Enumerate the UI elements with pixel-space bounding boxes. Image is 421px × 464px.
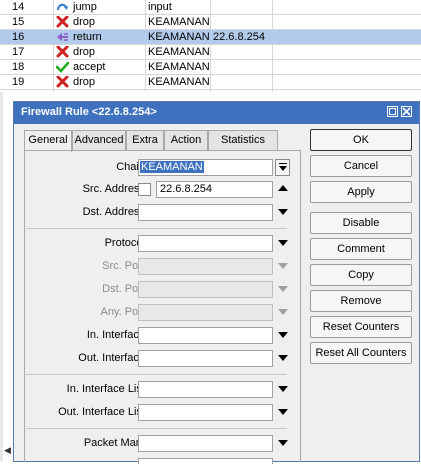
comment-button[interactable]: Comment: [310, 238, 412, 260]
expand-down-icon: [278, 309, 288, 315]
out-interface-input[interactable]: [138, 350, 273, 367]
drop-icon: [56, 15, 69, 28]
connection-mark-input[interactable]: [138, 458, 273, 464]
dst-address-input[interactable]: [138, 204, 273, 221]
table-row-selected[interactable]: 16 return KEAMANAN 22.6.8.254: [0, 30, 421, 45]
src-address-row: Src. Address: 22.6.8.254: [14, 181, 301, 198]
firewall-rule-window: Firewall Rule <22.6.8.254> General Advan…: [13, 101, 420, 464]
expand-down-icon: [278, 286, 288, 292]
rule-number: 19: [12, 76, 25, 88]
in-interface-list-label: In. Interface List:: [66, 383, 148, 395]
src-port-row: Src. Port:: [14, 258, 301, 275]
chain-dropdown-button[interactable]: [275, 159, 290, 176]
window-title: Firewall Rule <22.6.8.254>: [21, 106, 157, 118]
tab-extra[interactable]: Extra: [126, 130, 164, 151]
rule-number: 16: [12, 31, 25, 43]
any-port-row: Any. Port:: [14, 304, 301, 321]
rule-chain: KEAMANAN: [148, 31, 210, 43]
in-interface-list-row: In. Interface List:: [14, 381, 301, 398]
expand-down-icon[interactable]: [278, 409, 288, 415]
cancel-button[interactable]: Cancel: [310, 155, 412, 177]
divider: [24, 428, 287, 429]
expand-down-icon: [278, 263, 288, 269]
collapse-up-icon[interactable]: [278, 185, 288, 191]
rule-action: accept: [73, 61, 106, 73]
copy-button[interactable]: Copy: [310, 264, 412, 286]
in-interface-input[interactable]: [138, 327, 273, 344]
rule-action: return: [73, 31, 102, 43]
reset-all-counters-button[interactable]: Reset All Counters: [310, 342, 412, 364]
src-port-input: [138, 258, 273, 275]
table-row[interactable]: 19 drop KEAMANAN: [0, 75, 421, 90]
chain-input[interactable]: KEAMANAN: [138, 159, 273, 176]
out-interface-list-row: Out. Interface List:: [14, 404, 301, 421]
horizontal-scrollbar-track[interactable]: [0, 92, 3, 462]
chain-value: KEAMANAN: [140, 161, 204, 173]
remove-button[interactable]: Remove: [310, 290, 412, 312]
tab-statistics[interactable]: Statistics: [208, 130, 278, 151]
table-row[interactable]: 14 jump input: [0, 0, 421, 15]
rule-number: 17: [12, 46, 25, 58]
table-row[interactable]: 18 accept KEAMANAN: [0, 60, 421, 75]
rule-chain: KEAMANAN: [148, 16, 210, 28]
src-address-input[interactable]: 22.6.8.254: [156, 181, 273, 198]
maximize-icon[interactable]: [387, 106, 398, 117]
window-titlebar[interactable]: Firewall Rule <22.6.8.254>: [14, 102, 419, 124]
dst-address-row: Dst. Address:: [14, 204, 301, 221]
drop-icon: [56, 45, 69, 58]
disable-button[interactable]: Disable: [310, 212, 412, 234]
table-row[interactable]: 17 drop KEAMANAN: [0, 45, 421, 60]
out-interface-row: Out. Interface:: [14, 350, 301, 367]
dst-port-row: Dst. Port:: [14, 281, 301, 298]
rule-dst-address: 22.6.8.254: [213, 31, 265, 43]
dst-port-input: [138, 281, 273, 298]
ok-button[interactable]: OK: [310, 129, 412, 151]
apply-button[interactable]: Apply: [310, 181, 412, 203]
expand-down-icon[interactable]: [278, 386, 288, 392]
in-interface-row: In. Interface:: [14, 327, 301, 344]
rule-action: drop: [73, 76, 96, 88]
divider: [24, 228, 287, 229]
expand-down-icon[interactable]: [278, 240, 288, 246]
jump-icon: [56, 1, 69, 13]
rule-action: drop: [73, 16, 96, 28]
return-icon: [56, 31, 69, 43]
src-address-value: 22.6.8.254: [160, 183, 212, 195]
protocol-row: Protocol:: [14, 235, 301, 252]
tab-advanced[interactable]: Advanced: [72, 130, 126, 151]
out-interface-list-label: Out. Interface List:: [58, 406, 148, 418]
rule-number: 18: [12, 61, 25, 73]
expand-down-icon[interactable]: [278, 355, 288, 361]
src-address-invert-checkbox[interactable]: [138, 183, 151, 196]
rule-number: 14: [12, 1, 25, 13]
expand-down-icon[interactable]: [278, 332, 288, 338]
out-interface-list-input[interactable]: [138, 404, 273, 421]
in-interface-list-input[interactable]: [138, 381, 273, 398]
reset-counters-button[interactable]: Reset Counters: [310, 316, 412, 338]
packet-mark-row: Packet Mark:: [14, 435, 301, 452]
rule-chain: KEAMANAN: [148, 46, 210, 58]
tab-action[interactable]: Action: [164, 130, 208, 151]
rule-chain: input: [148, 1, 172, 13]
expand-down-icon[interactable]: [278, 440, 288, 446]
rule-number: 15: [12, 16, 25, 28]
packet-mark-input[interactable]: [138, 435, 273, 452]
chain-row: Chain: KEAMANAN: [14, 159, 301, 176]
tab-general[interactable]: General: [24, 130, 72, 152]
drop-icon: [56, 75, 69, 88]
expand-down-icon[interactable]: [278, 209, 288, 215]
rule-chain: KEAMANAN: [148, 61, 210, 73]
protocol-input[interactable]: [138, 235, 273, 252]
scroll-left-icon[interactable]: ◀: [4, 445, 11, 456]
accept-icon: [55, 61, 70, 73]
table-row[interactable]: 15 drop KEAMANAN: [0, 15, 421, 30]
rule-action: drop: [73, 46, 96, 58]
divider: [24, 374, 287, 375]
rule-action: jump: [73, 1, 97, 13]
close-icon[interactable]: [401, 106, 412, 117]
rule-chain: KEAMANAN: [148, 76, 210, 88]
any-port-input: [138, 304, 273, 321]
